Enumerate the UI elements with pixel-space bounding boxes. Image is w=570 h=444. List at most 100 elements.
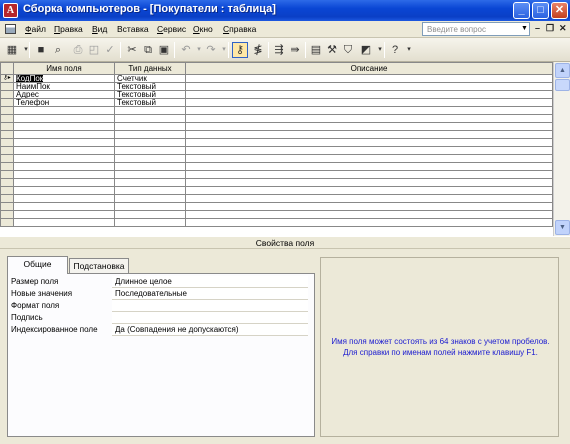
property-row[interactable]: Индексированное поле Да (Совпадения не д… xyxy=(8,324,316,336)
table-row[interactable]: НаимПок Текстовый xyxy=(0,82,553,91)
empty-table-row[interactable] xyxy=(0,154,553,163)
empty-cell[interactable] xyxy=(114,130,186,139)
field-name-cell[interactable]: Телефон xyxy=(13,98,115,107)
empty-cell[interactable] xyxy=(185,130,553,139)
row-selector[interactable] xyxy=(0,178,14,187)
empty-cell[interactable] xyxy=(185,210,553,219)
scroll-up-icon[interactable]: ▲ xyxy=(555,63,570,78)
empty-cell[interactable] xyxy=(13,130,115,139)
empty-cell[interactable] xyxy=(185,138,553,147)
menu-insert[interactable]: Вставка xyxy=(117,24,149,34)
property-value[interactable] xyxy=(112,300,308,312)
row-selector[interactable] xyxy=(0,218,14,227)
column-header-description[interactable]: Описание xyxy=(185,62,553,75)
empty-cell[interactable] xyxy=(114,218,186,227)
table-row[interactable]: ⚷▸ КодПок Счетчик xyxy=(0,74,553,83)
empty-cell[interactable] xyxy=(114,114,186,123)
copy-icon[interactable]: ⧉ xyxy=(141,43,155,57)
empty-cell[interactable] xyxy=(185,194,553,203)
print-icon[interactable]: ⎙ xyxy=(71,43,85,57)
save-icon[interactable]: ■ xyxy=(34,43,48,57)
table-row[interactable]: Телефон Текстовый xyxy=(0,98,553,107)
row-selector[interactable] xyxy=(0,130,14,139)
row-selector[interactable] xyxy=(0,162,14,171)
property-row[interactable]: Размер поля Длинное целое xyxy=(8,276,316,288)
empty-cell[interactable] xyxy=(13,122,115,131)
empty-cell[interactable] xyxy=(185,178,553,187)
column-header-data-type[interactable]: Тип данных xyxy=(114,62,186,75)
property-row[interactable]: Подпись xyxy=(8,312,316,324)
data-type-cell[interactable]: Текстовый xyxy=(114,90,186,99)
empty-cell[interactable] xyxy=(13,218,115,227)
row-selector[interactable] xyxy=(0,170,14,179)
empty-cell[interactable] xyxy=(185,106,553,115)
help-question-input[interactable]: Введите вопрос xyxy=(422,22,530,36)
row-selector[interactable] xyxy=(0,202,14,211)
row-selector[interactable] xyxy=(0,194,14,203)
empty-cell[interactable] xyxy=(185,170,553,179)
field-name-cell[interactable]: Адрес xyxy=(13,90,115,99)
paste-icon[interactable]: ▣ xyxy=(157,43,171,57)
chevron-down-icon[interactable]: ▼ xyxy=(521,25,528,32)
empty-cell[interactable] xyxy=(114,210,186,219)
empty-cell[interactable] xyxy=(13,114,115,123)
properties-icon[interactable]: ▤ xyxy=(309,43,323,57)
doc-restore-button[interactable]: ❐ xyxy=(546,23,554,34)
doc-minimize-button[interactable]: – xyxy=(535,23,540,33)
empty-cell[interactable] xyxy=(114,202,186,211)
empty-table-row[interactable] xyxy=(0,162,553,171)
vertical-scrollbar[interactable]: ▲ ▼ xyxy=(553,62,570,236)
menu-window[interactable]: Окно xyxy=(193,24,213,34)
empty-cell[interactable] xyxy=(13,106,115,115)
menu-edit[interactable]: Правка xyxy=(54,24,83,34)
property-value[interactable] xyxy=(112,312,308,324)
empty-cell[interactable] xyxy=(114,122,186,131)
empty-table-row[interactable] xyxy=(0,122,553,131)
preview-icon[interactable]: ◰ xyxy=(87,43,101,57)
data-type-cell[interactable]: Текстовый xyxy=(114,82,186,91)
view-dropdown-icon[interactable]: ▾ xyxy=(19,43,33,57)
empty-cell[interactable] xyxy=(114,146,186,155)
empty-cell[interactable] xyxy=(13,138,115,147)
description-cell[interactable] xyxy=(185,90,553,99)
empty-cell[interactable] xyxy=(13,162,115,171)
help-icon[interactable]: ? xyxy=(388,43,402,57)
field-name-cell[interactable]: КодПок xyxy=(13,74,115,83)
new-object-icon[interactable]: ◩ xyxy=(359,43,373,57)
toolbar-options-icon[interactable]: ▾ xyxy=(402,43,416,57)
empty-cell[interactable] xyxy=(114,154,186,163)
insert-rows-icon[interactable]: ⇶ xyxy=(272,43,286,57)
empty-cell[interactable] xyxy=(185,146,553,155)
tab-general[interactable]: Общие xyxy=(7,256,68,274)
empty-cell[interactable] xyxy=(13,202,115,211)
row-selector[interactable] xyxy=(0,186,14,195)
empty-cell[interactable] xyxy=(185,162,553,171)
empty-cell[interactable] xyxy=(114,186,186,195)
empty-table-row[interactable] xyxy=(0,186,553,195)
empty-cell[interactable] xyxy=(114,162,186,171)
empty-table-row[interactable] xyxy=(0,202,553,211)
tab-lookup[interactable]: Подстановка xyxy=(69,258,129,273)
row-selector[interactable] xyxy=(0,114,14,123)
cut-icon[interactable]: ✂ xyxy=(125,43,139,57)
row-selector[interactable] xyxy=(0,122,14,131)
database-window-icon[interactable]: ⛉ xyxy=(341,43,355,57)
row-selector[interactable] xyxy=(0,146,14,155)
empty-cell[interactable] xyxy=(13,154,115,163)
property-value[interactable]: Длинное целое xyxy=(112,276,308,288)
row-selector[interactable] xyxy=(0,90,14,99)
empty-table-row[interactable] xyxy=(0,138,553,147)
access-app-icon[interactable]: A xyxy=(3,3,18,18)
description-cell[interactable] xyxy=(185,82,553,91)
build-icon[interactable]: ⚒ xyxy=(325,43,339,57)
column-header-field-name[interactable]: Имя поля xyxy=(13,62,115,75)
description-cell[interactable] xyxy=(185,74,553,83)
empty-table-row[interactable] xyxy=(0,194,553,203)
document-window-icon[interactable] xyxy=(5,24,16,34)
view-icon[interactable]: ▦ xyxy=(5,43,19,57)
row-selector[interactable] xyxy=(0,98,14,107)
menu-file[interactable]: Файл xyxy=(25,24,46,34)
empty-table-row[interactable] xyxy=(0,178,553,187)
empty-cell[interactable] xyxy=(114,194,186,203)
doc-close-button[interactable]: ✕ xyxy=(559,23,567,34)
